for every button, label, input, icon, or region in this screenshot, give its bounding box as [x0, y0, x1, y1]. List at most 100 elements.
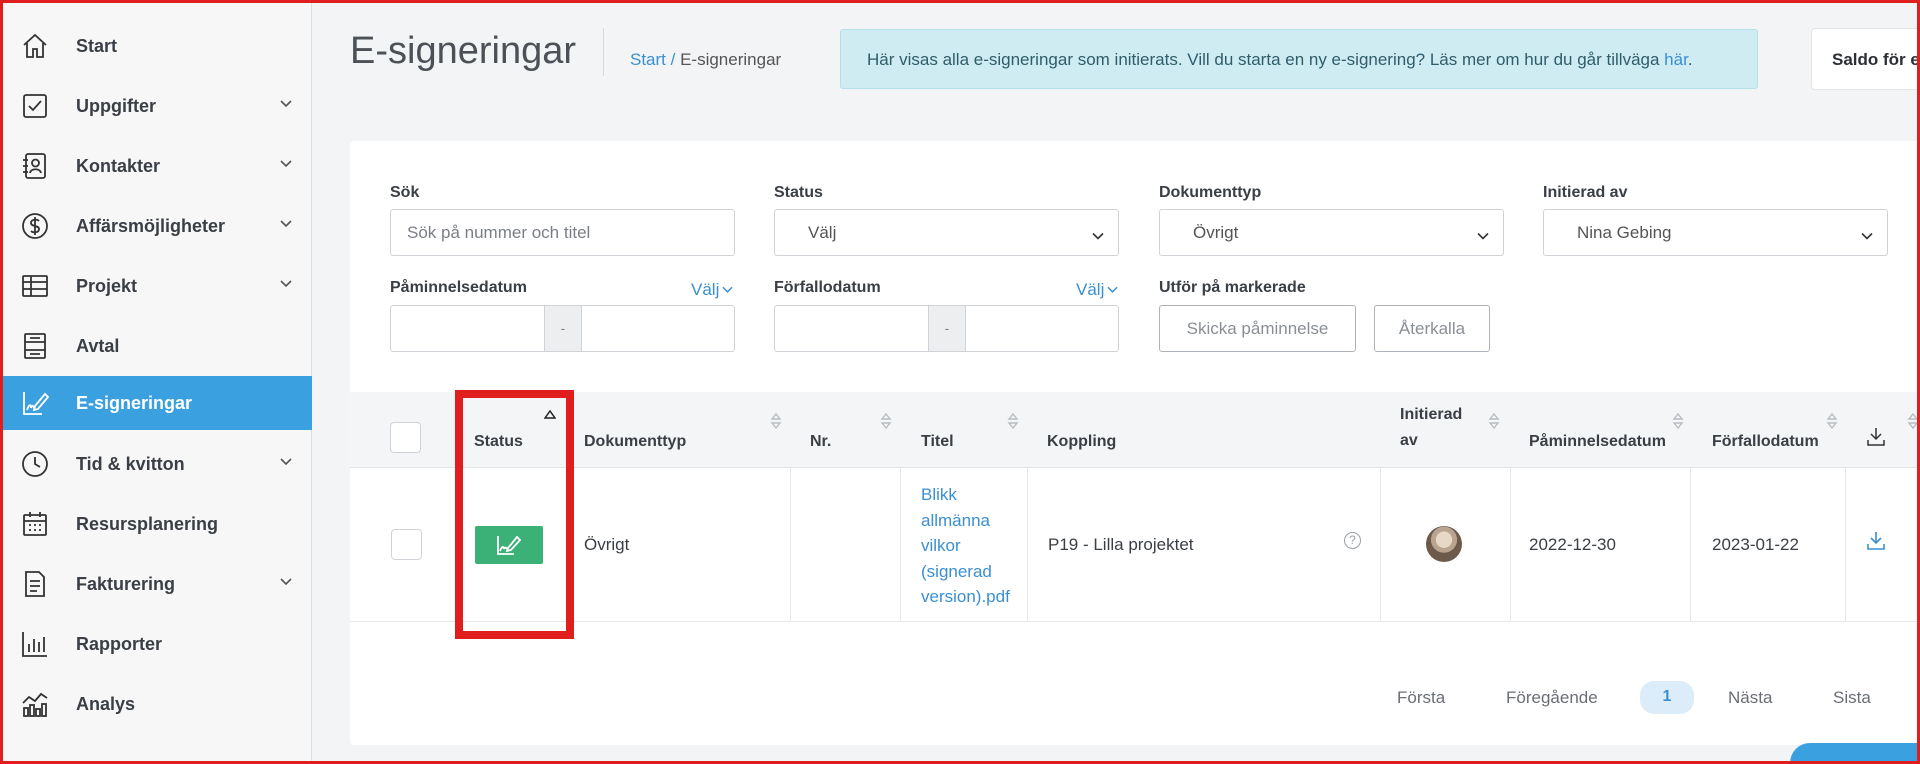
search-label: Sök — [390, 184, 420, 201]
select-all-checkbox[interactable] — [390, 422, 421, 453]
due-date-pick[interactable]: Välj — [1076, 280, 1118, 300]
chevron-down-icon — [1477, 227, 1489, 240]
sidebar-item-label: Projekt — [76, 275, 138, 296]
th-initiated-line1: Initierad — [1400, 406, 1463, 423]
sort-icon[interactable] — [1672, 412, 1684, 430]
breadcrumb-start-link[interactable]: Start — [630, 50, 666, 69]
link-cell[interactable]: P19 - Lilla projektet — [1048, 535, 1194, 555]
info-banner-link[interactable]: här — [1664, 50, 1688, 69]
sidebar-item-kontakter[interactable]: Kontakter — [3, 139, 312, 193]
bar-chart-icon — [20, 629, 50, 659]
title-link[interactable]: Blikk allmänna vilkor (signerad version)… — [921, 482, 1021, 610]
doctype-select[interactable]: Övrigt — [1159, 209, 1504, 256]
pagination-last[interactable]: Sista — [1833, 688, 1871, 708]
sidebar-item-label: Resursplanering — [76, 513, 219, 534]
status-button[interactable] — [475, 526, 543, 564]
title-line: allmänna — [921, 510, 990, 530]
sidebar-item-label: Affärsmöjligheter — [76, 215, 226, 236]
table-icon — [20, 271, 50, 301]
sort-icon[interactable] — [1907, 412, 1919, 430]
sidebar-item-analys[interactable]: Analys — [3, 677, 312, 731]
title-line: version).pdf — [921, 587, 1010, 606]
doctype-select-value: Övrigt — [1193, 223, 1239, 242]
revoke-button[interactable]: Återkalla — [1374, 305, 1490, 352]
column-divider — [1027, 468, 1028, 622]
breadcrumb: Start / E-signeringar — [630, 50, 781, 70]
doctype-cell: Övrigt — [584, 535, 630, 554]
sidebar-item-label: Uppgifter — [76, 95, 156, 116]
contract-icon — [20, 331, 50, 361]
analytics-icon — [20, 689, 50, 719]
search-input[interactable]: Sök på nummer och titel — [390, 209, 735, 256]
sidebar-item-start[interactable]: Start — [3, 19, 312, 73]
th-doctype[interactable]: Dokumenttyp — [584, 433, 686, 451]
th-reminder-date[interactable]: Påminnelsedatum — [1529, 433, 1666, 451]
home-icon — [20, 31, 50, 61]
th-link[interactable]: Koppling — [1047, 433, 1116, 451]
floating-action-button[interactable] — [1790, 743, 1920, 764]
avatar — [1426, 526, 1462, 562]
sidebar-item-affarsmojligheter[interactable]: Affärsmöjligheter — [3, 199, 312, 253]
th-nr[interactable]: Nr. — [810, 433, 831, 451]
sidebar-item-label: Fakturering — [76, 573, 176, 594]
sidebar-item-projekt[interactable]: Projekt — [3, 259, 312, 313]
initiated-select[interactable]: Nina Gebing — [1543, 209, 1888, 256]
sidebar-item-label: Rapporter — [76, 633, 163, 654]
th-initiated[interactable]: Initierad av — [1400, 406, 1462, 457]
status-select-value: Välj — [808, 223, 837, 242]
signature-icon — [497, 535, 522, 555]
sort-icon[interactable] — [1488, 412, 1500, 430]
sort-icon[interactable] — [880, 412, 892, 430]
sidebar-item-label: Kontakter — [76, 155, 161, 176]
column-divider — [1510, 468, 1511, 622]
reminder-date-cell: 2022-12-30 — [1529, 535, 1616, 554]
pagination-next[interactable]: Nästa — [1728, 688, 1772, 708]
calendar-icon — [20, 509, 50, 539]
status-select[interactable]: Välj — [774, 209, 1119, 256]
sidebar-item-tid-kvitton[interactable]: Tid & kvitton — [3, 437, 312, 491]
th-initiated-line2: av — [1400, 432, 1418, 449]
sidebar-item-label: Analys — [76, 693, 136, 714]
chevron-down-icon — [279, 277, 293, 291]
sidebar-item-avtal[interactable]: Avtal — [3, 319, 312, 373]
sidebar-item-e-signeringar[interactable]: E-signeringar — [3, 376, 312, 430]
th-due-date[interactable]: Förfallodatum — [1712, 433, 1819, 451]
send-reminder-button[interactable]: Skicka påminnelse — [1159, 305, 1356, 352]
range-separator: - — [928, 306, 966, 351]
initiated-label: Initierad av — [1543, 184, 1628, 201]
due-date-pick-label: Välj — [1076, 280, 1105, 299]
sort-icon[interactable] — [1007, 412, 1019, 430]
title-line: Blikk — [921, 485, 957, 504]
sort-icon[interactable] — [1826, 412, 1838, 430]
title-line: vilkor — [921, 536, 961, 555]
sidebar-item-uppgifter[interactable]: Uppgifter — [3, 79, 312, 133]
sort-asc-icon[interactable] — [543, 406, 557, 419]
sidebar: Start Uppgifter Kontakter Affärsmöjlighe… — [3, 3, 312, 761]
reminder-date-range[interactable]: - — [390, 305, 735, 352]
column-divider — [790, 468, 791, 622]
row-checkbox[interactable] — [391, 529, 422, 560]
due-date-label: Förfallodatum — [774, 279, 881, 296]
sidebar-item-fakturering[interactable]: Fakturering — [3, 557, 312, 611]
due-date-range[interactable]: - — [774, 305, 1119, 352]
pagination-first[interactable]: Första — [1397, 688, 1445, 708]
download-icon[interactable] — [1865, 426, 1887, 448]
checkbox-icon — [20, 91, 50, 121]
pagination-prev[interactable]: Föregående — [1506, 688, 1598, 708]
pagination-current[interactable]: 1 — [1640, 681, 1694, 714]
download-icon[interactable] — [1865, 530, 1887, 552]
column-divider — [1845, 468, 1846, 622]
reminder-date-pick[interactable]: Välj — [691, 280, 733, 300]
clock-icon — [20, 449, 50, 479]
chevron-down-icon — [279, 455, 293, 469]
chevron-down-icon — [1092, 227, 1104, 240]
sidebar-item-label: Start — [76, 35, 118, 56]
title-divider — [603, 28, 604, 76]
sidebar-item-resursplanering[interactable]: Resursplanering — [3, 497, 312, 551]
sidebar-item-rapporter[interactable]: Rapporter — [3, 617, 312, 671]
th-status[interactable]: Status — [474, 433, 523, 451]
saldo-card[interactable]: Saldo för e-signeringar — [1811, 28, 1920, 90]
th-title[interactable]: Titel — [921, 433, 954, 451]
sort-icon[interactable] — [770, 412, 782, 430]
help-icon[interactable]: ? — [1344, 532, 1361, 549]
